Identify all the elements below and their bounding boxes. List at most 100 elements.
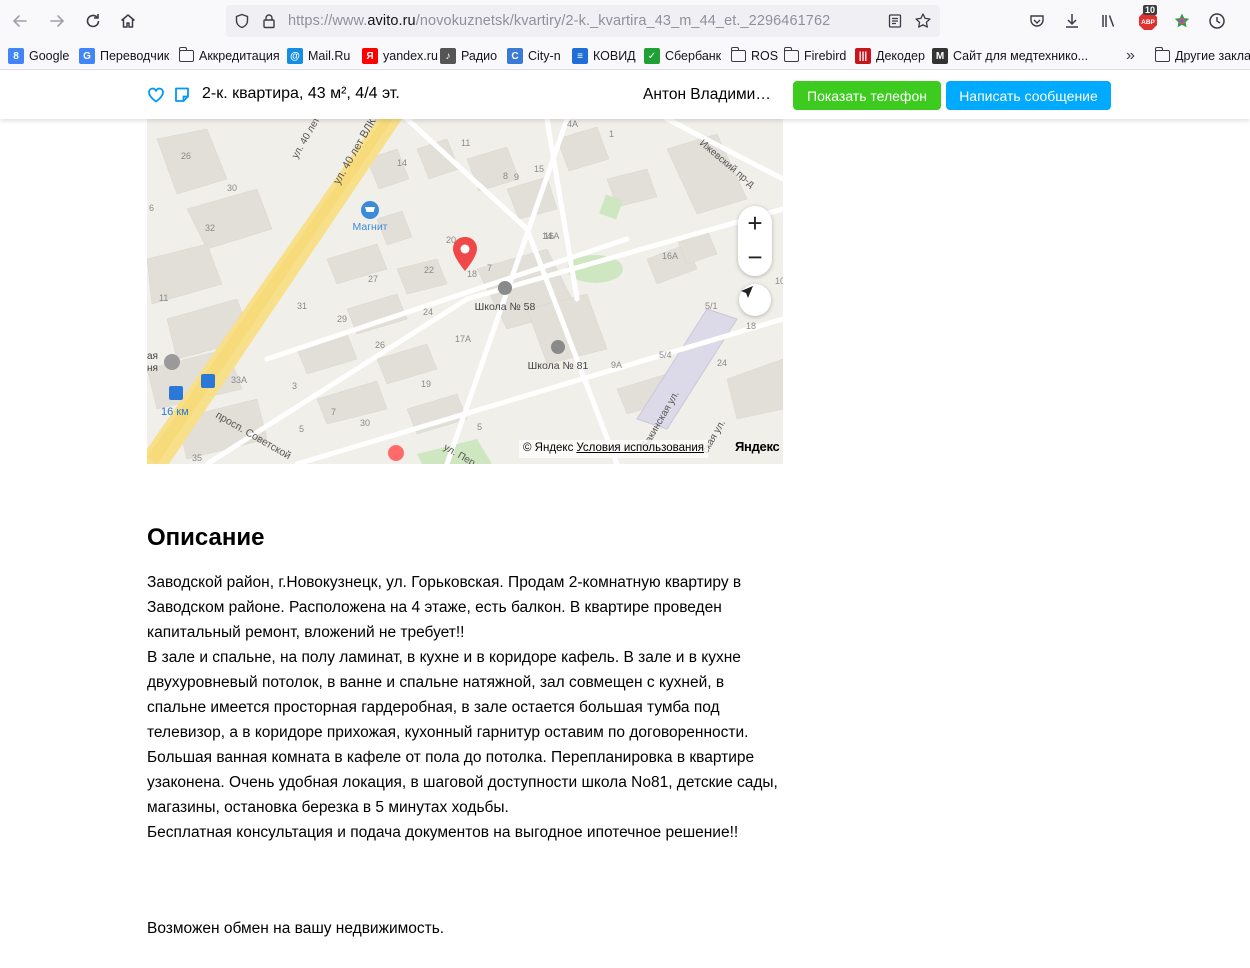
house-number-label: 10 [775,276,783,286]
folder-icon [1154,47,1170,62]
bookmark-item[interactable]: G Переводчик [79,47,169,65]
description-text: Заводской район, г.Новокузнецк, ул. Горь… [147,570,787,845]
bookmark-label: Декодер [876,49,925,63]
house-number-label: 30 [227,183,237,193]
bookmark-favicon-icon: Я [362,48,378,64]
house-number-label: 17А [455,334,471,344]
house-number-label: 32 [205,223,215,233]
favorite-heart-icon[interactable] [147,86,165,104]
school-81-icon [551,340,565,354]
geolocation-button[interactable] [739,284,771,316]
back-button[interactable] [8,9,32,33]
bookmarks-overflow-button[interactable]: » [1126,47,1135,65]
house-number-label: 7 [487,263,492,273]
bookmark-item[interactable]: Аккредитация [178,47,280,65]
place-icon [164,354,180,370]
bookmark-item[interactable]: 8 Google [8,47,69,65]
bookmark-item[interactable]: ♪ Радио [440,47,497,65]
house-number-label: 8 [503,171,508,181]
bookmark-favicon-icon: M [932,48,948,64]
folder-icon [730,47,746,62]
description-heading: Описание [147,524,265,551]
pharmacy-icon [388,445,404,461]
bookmark-item[interactable]: Яyandex.ru [362,47,438,65]
bookmark-favicon-icon: ≡ [572,48,588,64]
km16-label: 16 км [161,406,189,418]
forward-button[interactable] [45,9,69,33]
house-number-label: 5/4 [659,350,672,360]
bookmark-item[interactable]: @ Mail.Ru [287,47,350,65]
house-number-label: 24 [717,358,727,368]
bookmark-label: Google [29,49,70,63]
house-number-label: 9А [611,360,622,370]
school-58-icon [498,281,512,295]
write-message-button[interactable]: Написать сообщение [946,81,1111,110]
map[interactable]: Магнит Школа № 58 Школа № 81 16 км ая ня… [147,119,783,464]
history-button[interactable] [1205,9,1229,33]
description-exchange-note: Возможен обмен на вашу недвижимость. [147,920,445,937]
home-icon [121,14,135,28]
seller-name[interactable]: Антон Владими… [643,86,771,104]
reader-view-icon[interactable] [886,12,904,30]
bookmark-label: yandex.ru [383,49,438,63]
map-left-label-2: ня [147,363,158,374]
pocket-button[interactable] [1025,9,1049,33]
chevrons-right-icon: » [1126,47,1135,64]
shield-icon[interactable] [233,12,251,30]
house-number-label: 11 [159,293,168,303]
bookmark-item[interactable]: ROS [730,47,779,65]
bookmark-item[interactable]: ≡ КОВИД [572,47,636,65]
show-phone-button[interactable]: Показать телефон [793,81,941,110]
map-terms-link[interactable]: Условия использования [576,442,704,454]
library-button[interactable] [1097,9,1121,33]
extension-star-icon [1174,13,1190,28]
house-number-label: 11 [461,138,470,148]
house-number-label: 18 [746,321,756,331]
home-button[interactable] [116,9,140,33]
reload-icon [86,14,100,28]
url-bar[interactable]: https://www.avito.ru/novokuznetsk/kvarti… [226,5,940,37]
extension-button[interactable] [1170,9,1194,33]
bookmark-favicon-icon: 8 [8,48,24,64]
house-number-label: 14 [397,158,407,168]
bookmark-favicon-icon: ||| [855,48,871,64]
url-text[interactable]: https://www.avito.ru/novokuznetsk/kvarti… [288,13,830,29]
magnit-marker[interactable] [361,201,379,219]
house-number-label: 16А [662,251,678,261]
clock-icon [1209,13,1225,29]
bookmark-star-icon[interactable] [914,12,932,30]
bookmark-item[interactable]: C City-n [507,47,561,65]
bookmark-label: Аккредитация [199,49,280,63]
bookmark-label: Mail.Ru [308,49,351,63]
bookmark-item[interactable]: ✓ Сбербанк [644,47,721,65]
yandex-logo[interactable]: Яндекс [735,439,780,454]
note-icon[interactable] [173,86,191,104]
house-number-label: 7 [331,407,336,417]
map-left-label-1: ая [147,351,158,362]
bookmark-item[interactable]: ||| Декодер [855,47,925,65]
bookmark-label: ROS [751,49,779,63]
house-number-label: 26 [181,151,191,161]
bookmark-folder-other[interactable]: Другие заклад [1154,47,1250,65]
map-canvas[interactable]: Магнит Школа № 58 Школа № 81 16 км ая ня… [147,119,783,464]
bookmark-label: КОВИД [593,49,636,63]
magnit-label: Магнит [352,221,387,233]
zoom-in-button[interactable]: + [738,206,772,240]
downloads-button[interactable] [1060,9,1084,33]
house-number-label: 1 [609,129,614,139]
adblock-button[interactable]: ABP 10 [1138,5,1158,30]
arrow-right-icon [50,15,65,27]
bookmark-item[interactable]: M Сайт для медтехнико... [932,47,1088,65]
zoom-control: + − [738,206,772,276]
library-icon [1102,15,1115,27]
map-copyright: © Яндекс Условия использования [519,440,708,458]
lock-icon[interactable] [260,12,278,30]
house-number-label: 19 [421,379,431,389]
bookmark-label: Радио [461,49,498,63]
listing-sticky-header: 2-к. квартира, 43 м², 4/4 эт. Антон Влад… [0,71,1250,119]
house-number-label: 9 [514,172,519,182]
zoom-out-button[interactable]: − [738,240,772,274]
house-number-label: 33А [231,375,247,385]
reload-button[interactable] [81,9,105,33]
bookmark-item[interactable]: Firebird [783,47,846,65]
